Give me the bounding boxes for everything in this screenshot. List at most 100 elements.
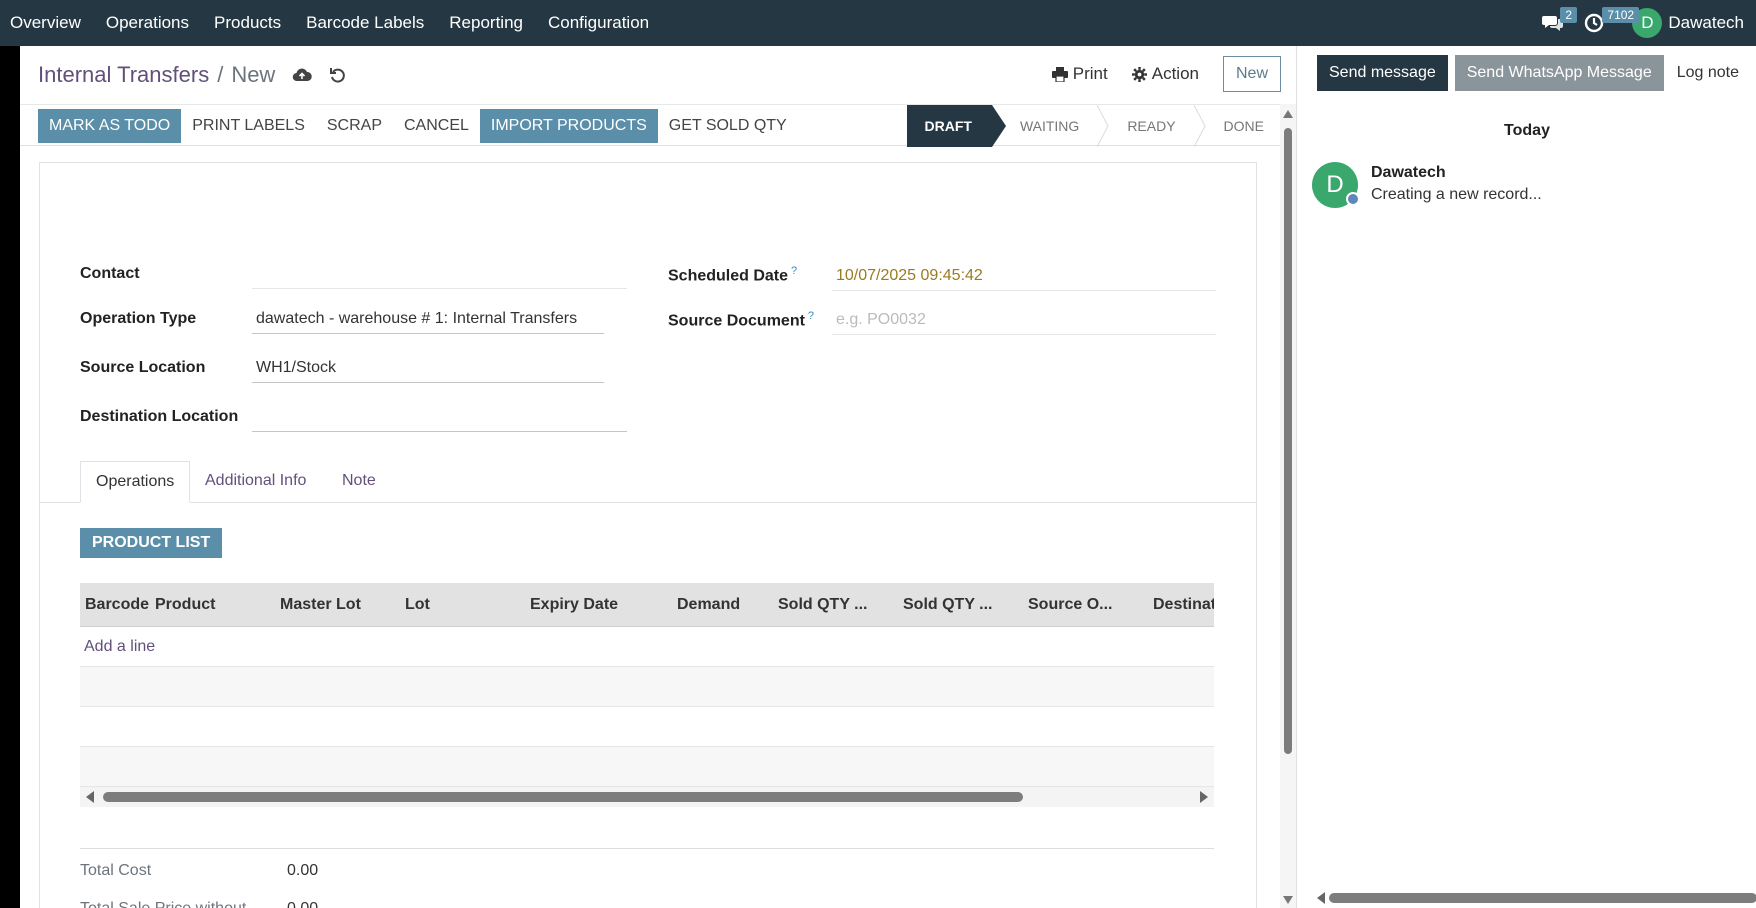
nav-operations[interactable]: Operations bbox=[96, 13, 204, 33]
message-author[interactable]: Dawatech bbox=[1371, 164, 1542, 182]
cancel-button[interactable]: CANCEL bbox=[393, 109, 480, 143]
nav-configuration[interactable]: Configuration bbox=[538, 13, 664, 33]
form-vertical-scrollbar[interactable] bbox=[1280, 104, 1296, 908]
column-sold-qty-1[interactable]: Sold QTY ... bbox=[778, 596, 868, 614]
scroll-up-arrow-icon[interactable] bbox=[1283, 110, 1293, 118]
tab-note[interactable]: Note bbox=[327, 461, 391, 503]
nav-barcode-labels[interactable]: Barcode Labels bbox=[296, 13, 439, 33]
messages-menu[interactable]: 2 bbox=[1542, 7, 1578, 33]
column-destination[interactable]: Destinati bbox=[1153, 596, 1214, 614]
scroll-right-arrow-icon[interactable] bbox=[1200, 791, 1208, 803]
total-cost-value: 0.00 bbox=[287, 862, 319, 879]
import-products-button[interactable]: IMPORT PRODUCTS bbox=[479, 109, 658, 143]
activities-menu[interactable]: 7102 bbox=[1584, 7, 1640, 33]
nav-reporting[interactable]: Reporting bbox=[439, 13, 538, 33]
source-document-field[interactable]: e.g. PO0032 bbox=[832, 307, 1216, 335]
destination-location-field[interactable] bbox=[252, 404, 627, 432]
user-name: Dawatech bbox=[1668, 13, 1744, 32]
scroll-thumb[interactable] bbox=[103, 792, 1023, 802]
stage-done[interactable]: DONE bbox=[1206, 105, 1282, 147]
table-row bbox=[80, 707, 1214, 747]
total-cost-label: Total Cost bbox=[80, 862, 152, 879]
source-location-label: Source Location bbox=[80, 359, 206, 376]
operations-table: Barcode Product Master Lot Lot Expiry Da… bbox=[80, 583, 1214, 787]
stage-pipeline: DRAFT WAITING READY DONE bbox=[906, 105, 1283, 147]
notebook-tabs: Operations Additional Info Note bbox=[40, 461, 1256, 503]
table-horizontal-scrollbar[interactable] bbox=[80, 787, 1214, 807]
print-button[interactable]: Print bbox=[1051, 64, 1108, 84]
column-source-o[interactable]: Source O... bbox=[1028, 596, 1112, 614]
table-row bbox=[80, 667, 1214, 707]
help-icon[interactable]: ? bbox=[808, 310, 814, 322]
print-labels-button[interactable]: PRINT LABELS bbox=[181, 109, 316, 143]
send-whatsapp-button[interactable]: Send WhatsApp Message bbox=[1454, 55, 1664, 91]
header-buttons: MARK AS TODO PRINT LABELS SCRAP CANCEL I… bbox=[38, 109, 798, 143]
contact-label: Contact bbox=[80, 265, 140, 282]
product-list-button[interactable]: PRODUCT LIST bbox=[80, 528, 223, 558]
gear-icon bbox=[1131, 66, 1147, 82]
mark-as-todo-button[interactable]: MARK AS TODO bbox=[38, 109, 182, 143]
add-a-line-link[interactable]: Add a line bbox=[84, 638, 155, 656]
printer-icon bbox=[1051, 66, 1068, 82]
scroll-left-arrow-icon[interactable] bbox=[1317, 892, 1325, 904]
contact-field[interactable] bbox=[252, 261, 627, 289]
source-location-field[interactable]: WH1/Stock bbox=[252, 355, 604, 383]
chatter-horizontal-scrollbar[interactable] bbox=[1317, 891, 1756, 905]
status-bar: MARK AS TODO PRINT LABELS SCRAP CANCEL I… bbox=[20, 104, 1283, 147]
column-lot[interactable]: Lot bbox=[405, 596, 430, 614]
activities-badge: 7102 bbox=[1602, 7, 1640, 23]
column-sold-qty-2[interactable]: Sold QTY ... bbox=[903, 596, 993, 614]
date-separator: Today bbox=[1504, 122, 1550, 139]
scrap-button[interactable]: SCRAP bbox=[316, 109, 393, 143]
column-master-lot[interactable]: Master Lot bbox=[280, 596, 361, 614]
totals-divider bbox=[80, 848, 1214, 849]
action-button[interactable]: Action bbox=[1131, 64, 1199, 84]
top-navbar: Overview Operations Products Barcode Lab… bbox=[0, 0, 1756, 46]
source-document-label-text: Source Document bbox=[668, 312, 805, 330]
chatter-message: D Dawatech Creating a new record... bbox=[1312, 162, 1542, 208]
new-button[interactable]: New bbox=[1222, 56, 1281, 92]
column-demand[interactable]: Demand bbox=[677, 596, 740, 614]
user-menu[interactable]: D Dawatech bbox=[1632, 8, 1744, 38]
column-expiry-date[interactable]: Expiry Date bbox=[530, 596, 618, 614]
breadcrumb-separator: / bbox=[217, 62, 224, 87]
control-panel-actions: Print Action New bbox=[1051, 56, 1281, 92]
nav-overview[interactable]: Overview bbox=[0, 13, 96, 33]
print-label: Print bbox=[1072, 64, 1108, 83]
stage-draft[interactable]: DRAFT bbox=[906, 105, 1007, 147]
operation-type-field[interactable]: dawatech - warehouse # 1: Internal Trans… bbox=[252, 306, 604, 334]
log-note-button[interactable]: Log note bbox=[1671, 55, 1745, 91]
scroll-thumb[interactable] bbox=[1329, 893, 1756, 903]
message-body: Creating a new record... bbox=[1371, 186, 1542, 203]
save-cloud-icon[interactable] bbox=[291, 64, 313, 86]
presence-dot-icon bbox=[1346, 192, 1360, 206]
author-initial: D bbox=[1326, 171, 1344, 198]
scheduled-date-field[interactable]: 10/07/2025 09:45:42 bbox=[832, 263, 1216, 291]
table-header: Barcode Product Master Lot Lot Expiry Da… bbox=[80, 583, 1214, 627]
column-product[interactable]: Product bbox=[155, 596, 215, 614]
stage-chevron-icon bbox=[1097, 105, 1109, 147]
stage-waiting[interactable]: WAITING bbox=[992, 105, 1097, 147]
scroll-left-arrow-icon[interactable] bbox=[86, 791, 94, 803]
source-document-label: Source Document? bbox=[668, 310, 814, 330]
form-sheet: Contact Operation Type dawatech - wareho… bbox=[39, 162, 1257, 908]
table-row bbox=[80, 747, 1214, 787]
tab-operations[interactable]: Operations bbox=[80, 461, 191, 503]
get-sold-qty-button[interactable]: GET SOLD QTY bbox=[658, 109, 798, 143]
send-message-button[interactable]: Send message bbox=[1317, 55, 1448, 91]
discard-undo-icon[interactable] bbox=[327, 64, 349, 86]
action-label: Action bbox=[1151, 64, 1199, 83]
total-sale-label: Total Sale Price without bbox=[80, 900, 246, 908]
scroll-thumb[interactable] bbox=[1284, 128, 1292, 754]
tab-additional-info[interactable]: Additional Info bbox=[190, 461, 321, 503]
breadcrumb: Internal Transfers / New bbox=[38, 62, 349, 88]
author-avatar[interactable]: D bbox=[1312, 162, 1360, 208]
scheduled-date-label-text: Scheduled Date bbox=[668, 267, 789, 285]
stage-ready[interactable]: READY bbox=[1109, 105, 1193, 147]
help-icon[interactable]: ? bbox=[791, 265, 797, 277]
nav-products[interactable]: Products bbox=[204, 13, 296, 33]
breadcrumb-parent[interactable]: Internal Transfers bbox=[38, 62, 209, 88]
scroll-down-arrow-icon[interactable] bbox=[1283, 896, 1293, 904]
operation-type-label: Operation Type bbox=[80, 310, 197, 327]
column-barcode[interactable]: Barcode bbox=[85, 596, 149, 614]
